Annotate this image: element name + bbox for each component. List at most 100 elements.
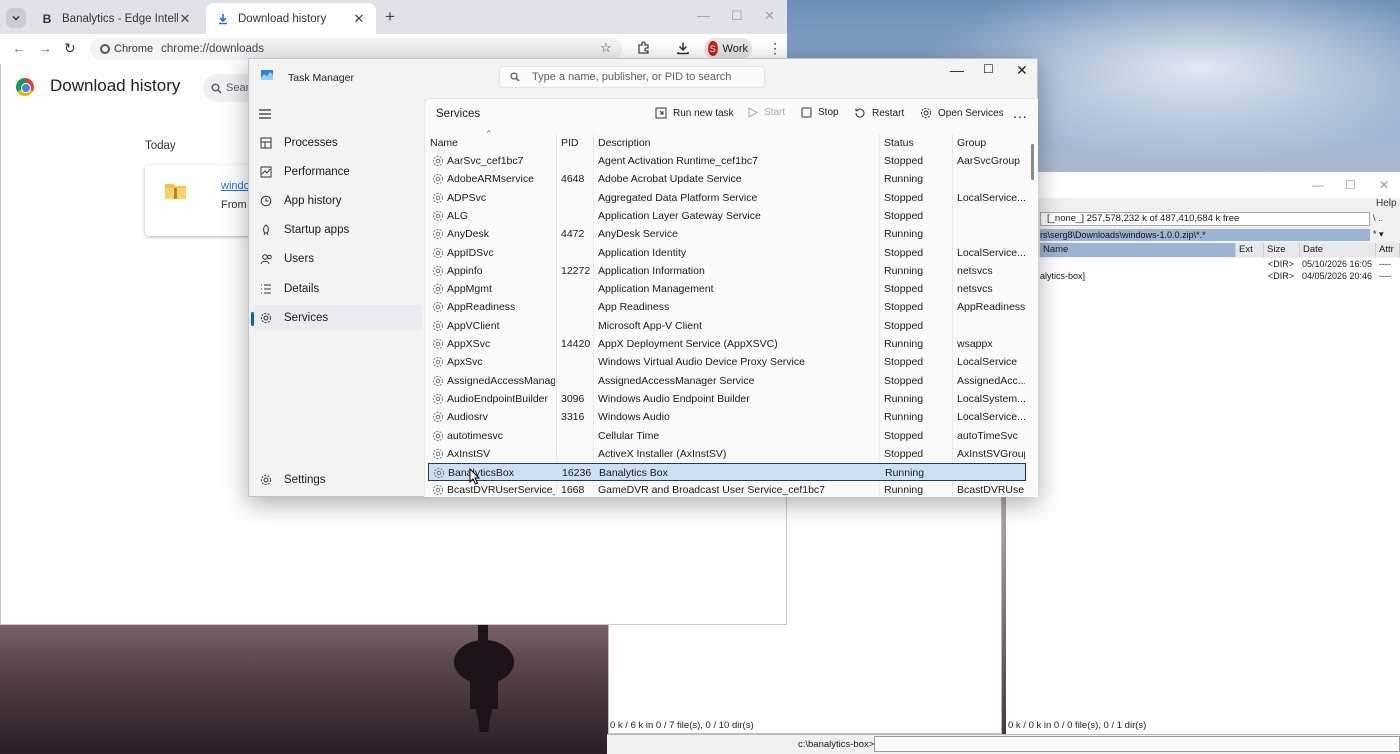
close-tab-icon[interactable]: ✕ bbox=[352, 11, 366, 27]
tc-column-headers: Name Ext Size Date Attr bbox=[1040, 243, 1400, 257]
page-title: Download history bbox=[50, 76, 181, 95]
tc-right-file-panel[interactable] bbox=[1006, 258, 1400, 734]
forward-arrow-icon[interactable]: → bbox=[38, 40, 52, 56]
stop-service-button[interactable]: Stop bbox=[801, 107, 839, 118]
tc-col-ext[interactable]: Ext bbox=[1236, 243, 1264, 257]
tm-maximize-button[interactable]: ☐ bbox=[983, 62, 994, 76]
tab-banalytics[interactable]: B Banalytics - Edge Intelligence fo ✕ bbox=[30, 3, 202, 34]
reload-icon[interactable]: ↻ bbox=[64, 40, 76, 57]
col-description-header[interactable]: Description bbox=[598, 137, 651, 150]
download-file-link[interactable]: windo bbox=[221, 180, 250, 192]
chrome-icon bbox=[100, 44, 110, 54]
hamburger-menu-icon[interactable] bbox=[258, 108, 272, 120]
tc-left-status: 0 k / 6 k in 0 / 7 file(s), 0 / 10 dir(s… bbox=[610, 720, 754, 731]
tc-minimize-button[interactable]: — bbox=[1312, 178, 1324, 192]
stop-icon bbox=[801, 107, 812, 118]
nav-services[interactable]: Services bbox=[254, 305, 422, 331]
service-row[interactable]: Appinfo 12272 Application Information Runni… bbox=[428, 262, 1026, 280]
services-icon bbox=[260, 312, 284, 324]
service-row[interactable]: AxInstSV ActiveX Installer (AxInstSV) Stop… bbox=[428, 445, 1026, 463]
service-row[interactable]: AdobeARMservice 4648 Adobe Acrobat Update … bbox=[428, 170, 1026, 188]
process-search-input[interactable]: Type a name, publisher, or PID to search bbox=[499, 66, 765, 88]
close-tab-icon[interactable]: ✕ bbox=[178, 11, 192, 27]
service-status: Running bbox=[884, 173, 924, 186]
service-row[interactable]: ADPSvc Aggregated Data Platform Service St… bbox=[428, 189, 1026, 207]
back-arrow-icon[interactable]: ← bbox=[12, 40, 26, 56]
service-row[interactable]: AudioEndpointBuilder 3096 Windows Audio En… bbox=[428, 390, 1026, 408]
service-description: Windows Audio Endpoint Builder bbox=[598, 392, 750, 405]
run-new-task-button[interactable]: Run new task bbox=[655, 107, 734, 119]
service-row[interactable]: AssignedAccessManag... AssignedAccessMana… bbox=[428, 372, 1026, 390]
service-row[interactable]: ApxSvc Windows Virtual Audio Device Proxy… bbox=[428, 353, 1026, 371]
tc-close-button[interactable]: ✕ bbox=[1379, 178, 1389, 192]
new-tab-plus-icon[interactable]: + bbox=[382, 8, 398, 25]
users-icon bbox=[260, 253, 284, 265]
service-row-selected[interactable]: BanalyticsBox 16236 Banalytics Box Running bbox=[428, 463, 1026, 482]
col-status-header[interactable]: Status bbox=[884, 137, 914, 150]
tc-col-name[interactable]: Name bbox=[1040, 243, 1236, 257]
service-group: AarSvcGroup bbox=[957, 155, 1021, 167]
service-status: Running bbox=[884, 484, 924, 497]
tc-maximize-button[interactable]: ☐ bbox=[1345, 178, 1356, 192]
tc-command-prompt: c:\banalytics-box> bbox=[798, 739, 875, 750]
nav-settings[interactable]: Settings bbox=[254, 467, 422, 493]
service-pid: 3316 bbox=[561, 411, 585, 424]
service-row[interactable]: ALG Application Layer Gateway Service Stop… bbox=[428, 207, 1026, 225]
service-description: ActiveX Installer (AxInstSV) bbox=[598, 447, 727, 460]
restart-service-button[interactable]: Restart bbox=[854, 107, 904, 119]
tc-col-date[interactable]: Date bbox=[1300, 243, 1376, 257]
nav-performance[interactable]: Performance bbox=[254, 159, 422, 185]
open-services-button[interactable]: Open Services bbox=[920, 107, 1004, 119]
tab-download-history[interactable]: Download history ✕ bbox=[206, 3, 376, 34]
service-row[interactable]: AarSvc_cef1bc7 Agent Activation Runtime_c… bbox=[428, 152, 1026, 170]
chrome-close-button[interactable]: ✕ bbox=[764, 8, 775, 24]
more-menu-icon[interactable]: ⋮ bbox=[768, 40, 782, 57]
nav-processes[interactable]: Processes bbox=[254, 130, 422, 156]
service-status: Stopped bbox=[884, 356, 924, 369]
service-row[interactable]: AppXSvc 14420 AppX Deployment Service (App… bbox=[428, 335, 1026, 353]
tc-file-row[interactable]: alytics-box] <DIR> 04/05/2026 20:46 ---- bbox=[1040, 270, 1400, 282]
chrome-maximize-button[interactable]: ☐ bbox=[731, 8, 743, 24]
service-status: Running bbox=[884, 411, 924, 424]
col-name-header[interactable]: Name bbox=[430, 137, 458, 150]
tc-file-row[interactable]: <DIR> 05/10/2026 16:05 ---- bbox=[1040, 258, 1400, 270]
tc-history-buttons[interactable]: * ▾ bbox=[1373, 229, 1384, 240]
downloads-icon[interactable] bbox=[676, 41, 690, 55]
extensions-puzzle-icon[interactable] bbox=[637, 41, 651, 55]
service-row[interactable]: AppVClient Microsoft App-V Client Stopped bbox=[428, 317, 1026, 335]
service-group: LocalService... bbox=[957, 411, 1025, 424]
sort-ascending-icon: ^ bbox=[487, 129, 491, 138]
chrome-origin-chip[interactable]: Chrome bbox=[100, 43, 153, 55]
service-row[interactable]: AppMgmt Application Management Stopped nets… bbox=[428, 280, 1026, 298]
service-row[interactable]: AnyDesk 4472 AnyDesk Service Running bbox=[428, 225, 1026, 243]
tc-root-parent-buttons[interactable]: \ .. bbox=[1373, 213, 1383, 223]
nav-app-history[interactable]: App history bbox=[254, 188, 422, 214]
start-service-button[interactable]: Start bbox=[747, 107, 785, 118]
tc-col-attr[interactable]: Attr bbox=[1376, 243, 1400, 257]
tc-col-size[interactable]: Size bbox=[1264, 243, 1300, 257]
tm-minimize-button[interactable]: — bbox=[950, 62, 964, 78]
more-options-icon[interactable]: ... bbox=[1013, 105, 1028, 121]
service-row[interactable]: Audiosrv 3316 Windows Audio Running LocalSer… bbox=[428, 408, 1026, 426]
nav-details[interactable]: Details bbox=[254, 276, 422, 302]
table-scrollbar[interactable] bbox=[1031, 144, 1034, 180]
chrome-minimize-button[interactable]: — bbox=[697, 8, 710, 23]
profile-button[interactable]: S Work bbox=[704, 38, 752, 59]
bookmark-star-icon[interactable]: ☆ bbox=[600, 40, 612, 56]
address-bar[interactable]: Chrome chrome://downloads bbox=[90, 38, 622, 60]
service-row[interactable]: AppReadiness App Readiness Stopped AppReadi… bbox=[428, 298, 1026, 316]
service-row[interactable]: autotimesvc Cellular Time Stopped autoTimeS… bbox=[428, 427, 1026, 445]
service-row[interactable]: AppIDSvc Application Identity Stopped Local… bbox=[428, 244, 1026, 262]
nav-users[interactable]: Users bbox=[254, 246, 422, 272]
service-row[interactable]: BcastDVRUserService_c... 1668 GameDVR and … bbox=[428, 481, 1026, 499]
tc-command-input[interactable] bbox=[874, 736, 1400, 752]
nav-startup-apps[interactable]: Startup apps bbox=[254, 217, 422, 243]
col-pid-header[interactable]: PID bbox=[561, 137, 579, 150]
tc-current-path[interactable]: rs\serg8\Downloads\windows-1.0.0.zip\*.* bbox=[1040, 229, 1370, 241]
col-group-header[interactable]: Group bbox=[957, 137, 986, 150]
tab-search-button[interactable] bbox=[6, 8, 26, 28]
tm-close-button[interactable]: ✕ bbox=[1016, 62, 1028, 79]
service-group: LocalSystem... bbox=[957, 392, 1025, 405]
tc-help-menu[interactable]: Help bbox=[1376, 198, 1397, 209]
total-commander-titlebar bbox=[1006, 172, 1400, 198]
